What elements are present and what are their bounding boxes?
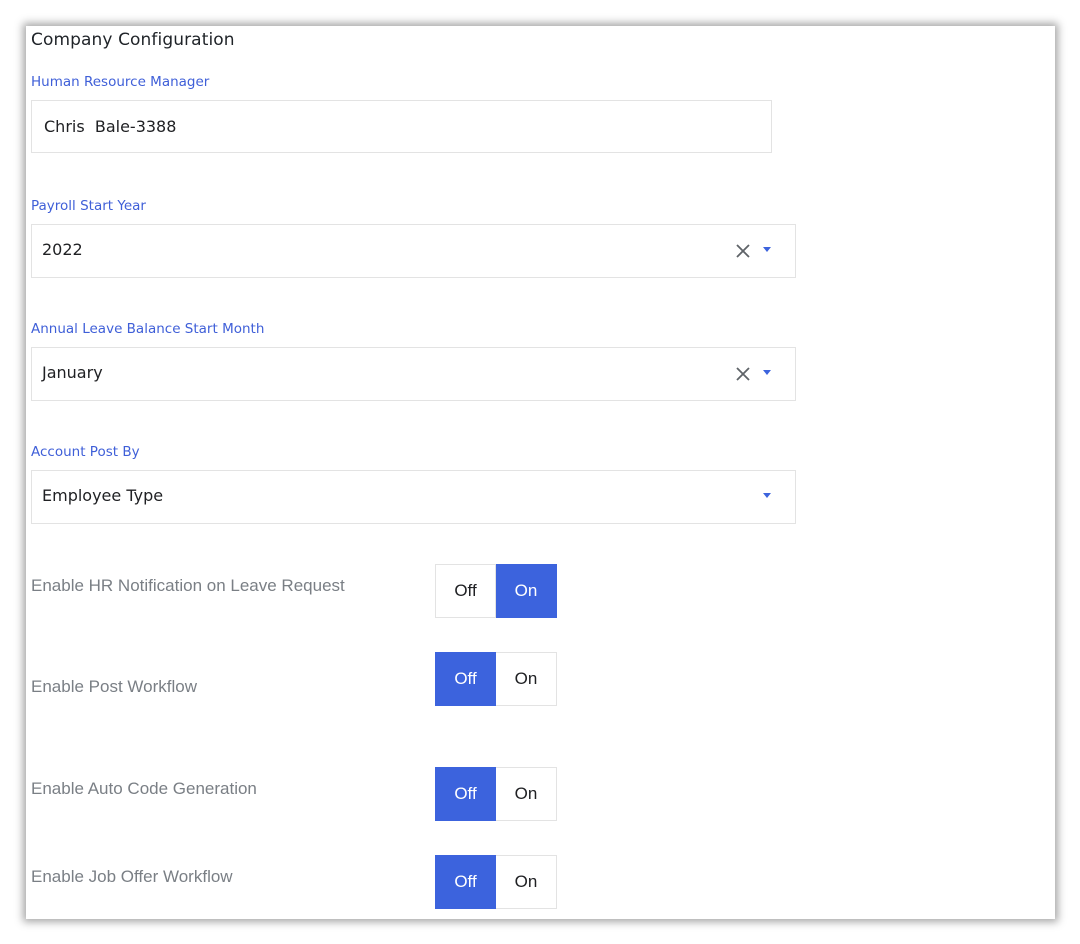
- toggle-off-option[interactable]: Off: [435, 855, 496, 909]
- job-offer-workflow-toggle-label: Enable Job Offer Workflow: [31, 867, 233, 886]
- payroll-start-year-label: Payroll Start Year: [31, 198, 146, 214]
- caret-down-icon[interactable]: [761, 244, 773, 254]
- toggle-off-option[interactable]: Off: [435, 652, 496, 706]
- close-icon[interactable]: [733, 364, 753, 384]
- company-configuration-panel: Company Configuration Human Resource Man…: [26, 26, 1055, 919]
- hr-manager-field[interactable]: [31, 100, 772, 153]
- toggle-on-option[interactable]: On: [496, 767, 557, 821]
- post-workflow-toggle[interactable]: Off On: [435, 652, 557, 706]
- hr-manager-input[interactable]: [32, 101, 771, 152]
- toggle-on-option[interactable]: On: [496, 855, 557, 909]
- caret-down-icon[interactable]: [761, 490, 773, 500]
- leave-start-month-select[interactable]: January: [31, 347, 796, 401]
- hr-notification-toggle-label: Enable HR Notification on Leave Request: [31, 576, 345, 595]
- payroll-start-year-select[interactable]: 2022: [31, 224, 796, 278]
- account-post-by-select[interactable]: Employee Type: [31, 470, 796, 524]
- toggle-off-option[interactable]: Off: [435, 564, 496, 618]
- auto-code-generation-toggle[interactable]: Off On: [435, 767, 557, 821]
- leave-start-month-value: January: [42, 363, 103, 382]
- hr-notification-toggle[interactable]: Off On: [435, 564, 557, 618]
- payroll-start-year-value: 2022: [42, 240, 83, 259]
- account-post-by-value: Employee Type: [42, 486, 164, 505]
- page-title: Company Configuration: [31, 30, 235, 50]
- hr-manager-label: Human Resource Manager: [31, 74, 210, 90]
- toggle-off-option[interactable]: Off: [435, 767, 496, 821]
- auto-code-generation-toggle-label: Enable Auto Code Generation: [31, 779, 257, 798]
- job-offer-workflow-toggle[interactable]: Off On: [435, 855, 557, 909]
- toggle-on-option[interactable]: On: [496, 564, 557, 618]
- caret-down-icon[interactable]: [761, 367, 773, 377]
- toggle-on-option[interactable]: On: [496, 652, 557, 706]
- post-workflow-toggle-label: Enable Post Workflow: [31, 677, 197, 696]
- account-post-by-label: Account Post By: [31, 444, 140, 460]
- close-icon[interactable]: [733, 241, 753, 261]
- leave-start-month-label: Annual Leave Balance Start Month: [31, 321, 265, 337]
